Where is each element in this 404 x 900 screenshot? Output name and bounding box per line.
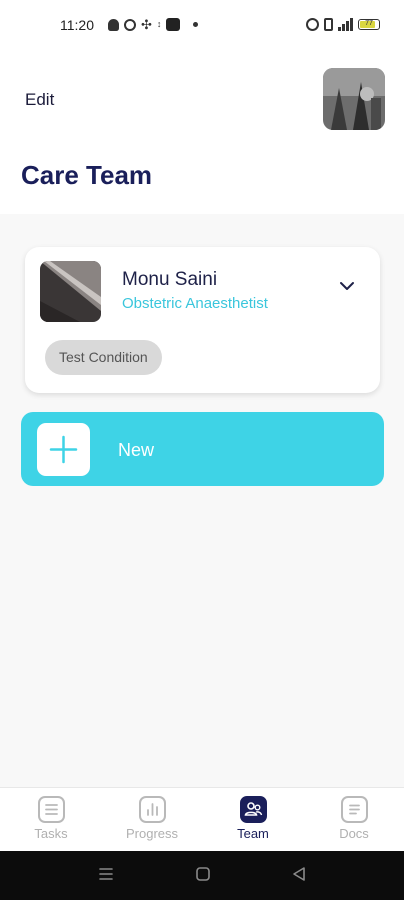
system-navigation-bar — [0, 851, 404, 900]
home-button[interactable] — [195, 866, 211, 887]
alarm-icon — [306, 18, 319, 31]
team-member-card[interactable]: Monu Saini Obstetric Anaesthetist Test C… — [25, 247, 380, 393]
bar-chart-icon — [138, 796, 166, 823]
team-icon — [239, 796, 267, 823]
nav-progress-label: Progress — [125, 826, 179, 841]
member-avatar — [40, 261, 101, 322]
app-icon — [166, 18, 181, 31]
nav-team[interactable]: Team — [203, 796, 303, 852]
list-icon — [37, 796, 65, 823]
notification-icons: ✣ ↕ — [108, 17, 199, 32]
edit-button[interactable]: Edit — [25, 90, 54, 110]
signal-icon — [338, 18, 353, 31]
page-title: Care Team — [21, 160, 153, 190]
system-status-icons: 77 — [306, 18, 380, 31]
recents-button[interactable] — [98, 866, 114, 887]
add-team-member-button[interactable]: New — [21, 412, 384, 486]
nav-docs-label: Docs — [339, 826, 369, 841]
status-bar: 11:20 ✣ ↕ 77 — [0, 0, 404, 52]
back-button[interactable] — [291, 866, 307, 887]
battery-level: 77 — [365, 20, 373, 27]
globe-icon — [124, 18, 136, 31]
nav-tasks[interactable]: Tasks — [1, 796, 101, 852]
snapchat-icon — [108, 18, 119, 31]
more-notifications-icon — [193, 22, 199, 27]
plus-icon — [37, 423, 90, 476]
profile-avatar[interactable] — [323, 68, 385, 130]
slack-icon: ✣ — [141, 17, 152, 32]
battery-icon: 77 — [358, 19, 380, 30]
member-role: Obstetric Anaesthetist — [122, 295, 268, 312]
data-icon: ↕ — [156, 19, 162, 29]
nav-team-label: Team — [237, 826, 269, 841]
status-time: 11:20 — [60, 17, 94, 33]
nav-progress[interactable]: Progress — [102, 796, 202, 852]
vibrate-icon — [324, 18, 333, 31]
nav-docs[interactable]: Docs — [304, 796, 404, 852]
care-team-screen: 11:20 ✣ ↕ 77 Edit Care Team Monu Saini O… — [0, 0, 404, 900]
new-button-label: New — [118, 440, 155, 460]
document-icon — [340, 796, 368, 823]
page-header: Edit Care Team — [0, 52, 404, 214]
bottom-navigation: Tasks Progress Team Docs — [0, 787, 404, 851]
nav-tasks-label: Tasks — [34, 826, 68, 841]
condition-chip[interactable]: Test Condition — [45, 340, 162, 375]
chevron-down-icon[interactable] — [338, 279, 356, 293]
member-name: Monu Saini — [122, 269, 218, 290]
